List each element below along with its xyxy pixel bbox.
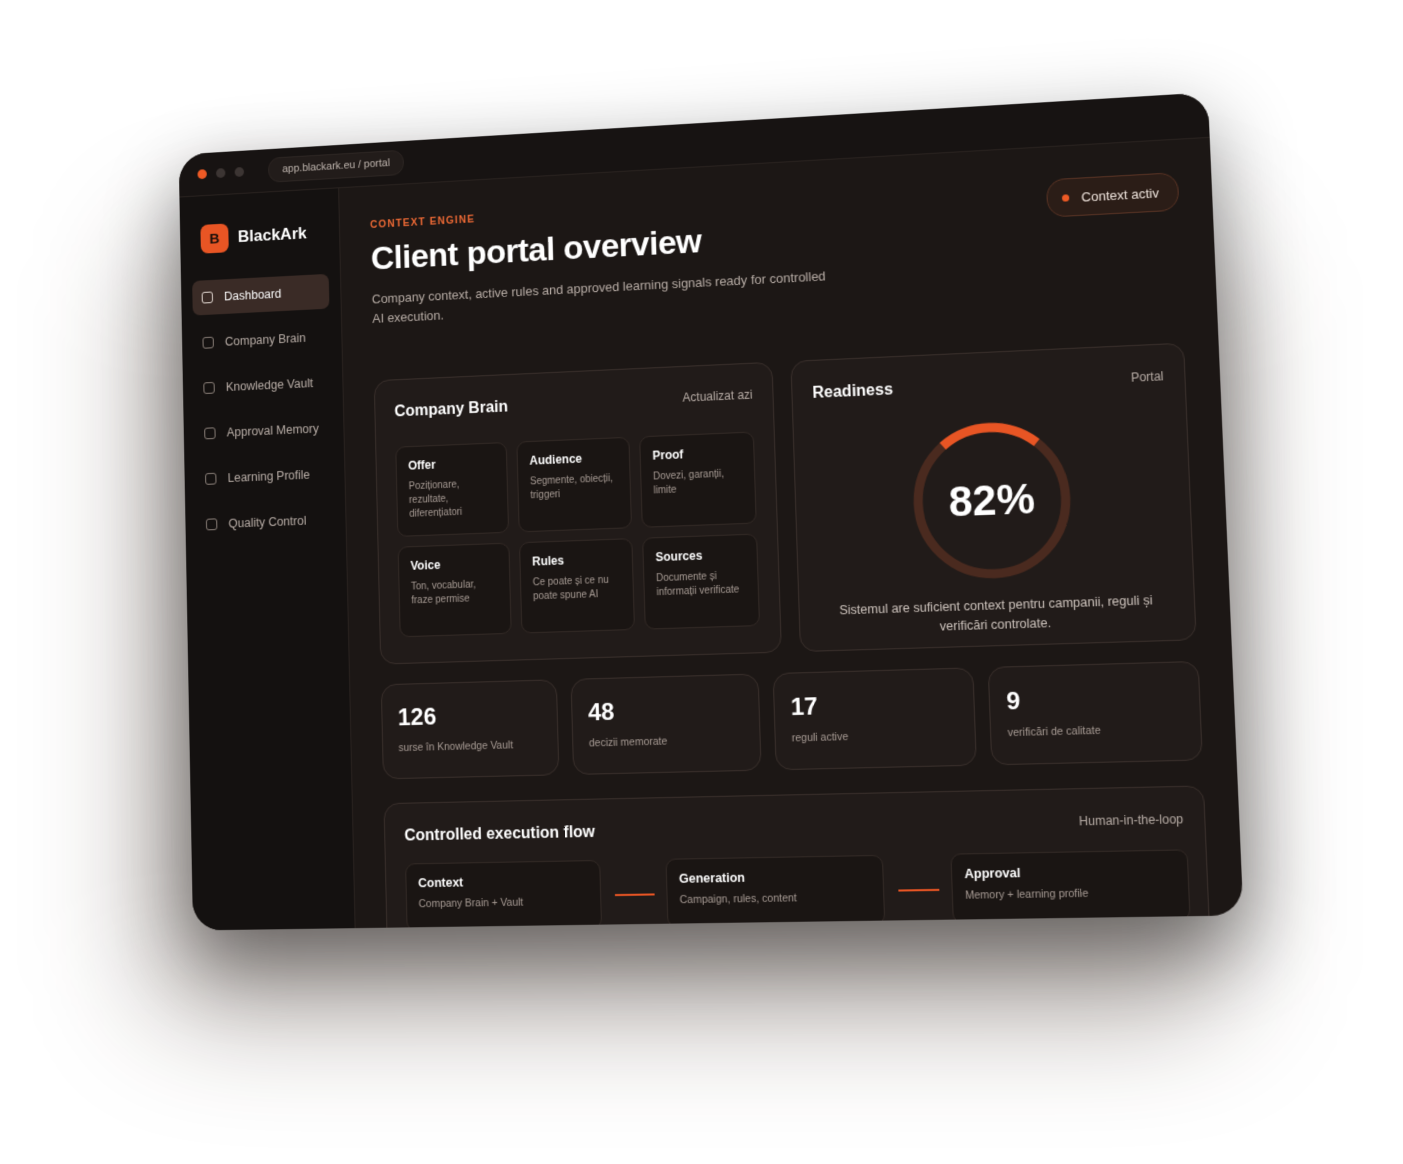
stat-value: 17 bbox=[790, 693, 819, 722]
sidebar: B BlackArk Dashboard Company Brain Knowl… bbox=[179, 188, 356, 931]
sidebar-item-label: Approval Memory bbox=[226, 421, 319, 440]
tile-offer[interactable]: Offer Poziționare, rezultate, diferenția… bbox=[395, 442, 510, 537]
main-content: CONTEXT ENGINE Client portal overview Co… bbox=[339, 138, 1243, 931]
window-controls bbox=[197, 166, 245, 180]
sidebar-item-dashboard[interactable]: Dashboard bbox=[192, 273, 330, 316]
app-window: app.blackark.eu / portal B BlackArk Dash… bbox=[178, 92, 1244, 931]
address-bar[interactable]: app.blackark.eu / portal bbox=[267, 149, 405, 183]
flow-title: Controlled execution flow bbox=[404, 823, 596, 845]
sidebar-item-label: Dashboard bbox=[223, 286, 282, 304]
stat-card-decisions[interactable]: 48 decizii memorate bbox=[570, 673, 762, 775]
company-brain-updated: Actualizat azi bbox=[682, 387, 753, 405]
square-icon bbox=[202, 336, 214, 349]
flow-step-title: Generation bbox=[678, 870, 746, 886]
tile-desc: Poziționare, rezultate, diferențiatori bbox=[408, 479, 463, 520]
readiness-title: Readiness bbox=[812, 381, 894, 402]
square-icon bbox=[201, 291, 214, 304]
square-icon bbox=[205, 518, 218, 531]
tile-desc: Segmente, obiecții, triggeri bbox=[529, 473, 614, 502]
close-dot[interactable] bbox=[197, 169, 207, 180]
flow-connector bbox=[898, 888, 940, 892]
tile-title: Voice bbox=[410, 557, 441, 573]
readiness-meta: Portal bbox=[1130, 369, 1164, 385]
flow-step-approval[interactable]: Approval Memory + learning profile bbox=[950, 849, 1191, 924]
tile-desc: Ce poate și ce nu poate spune AI bbox=[532, 574, 609, 603]
brand-name: BlackArk bbox=[237, 223, 307, 246]
status-dot-icon bbox=[1061, 193, 1070, 202]
sidebar-item-company-brain[interactable]: Company Brain bbox=[193, 319, 330, 360]
company-brain-title: Company Brain bbox=[394, 398, 509, 421]
sidebar-item-knowledge-vault[interactable]: Knowledge Vault bbox=[194, 365, 332, 406]
context-status-label: Context activ bbox=[1081, 184, 1160, 205]
sidebar-item-quality-control[interactable]: Quality Control bbox=[196, 502, 334, 542]
stat-card-quality[interactable]: 9 verificări de calitate bbox=[987, 660, 1203, 766]
company-brain-tiles: Offer Poziționare, rezultate, diferenția… bbox=[395, 431, 761, 638]
stat-label: reguli active bbox=[791, 730, 849, 745]
square-icon bbox=[203, 381, 215, 395]
page-subtitle: Company context, active rules and approv… bbox=[371, 268, 826, 326]
stat-label: verificări de calitate bbox=[1007, 724, 1102, 740]
readiness-card: Readiness Portal 82% Sistemul are sufici… bbox=[790, 342, 1197, 653]
stat-value: 126 bbox=[397, 703, 437, 732]
tile-title: Audience bbox=[529, 451, 583, 468]
stat-value: 9 bbox=[1005, 687, 1021, 716]
tile-voice[interactable]: Voice Ton, vocabular, fraze permise bbox=[397, 542, 512, 638]
flow-step-generation[interactable]: Generation Campaign, rules, content bbox=[665, 854, 886, 928]
brand-logo-icon: B bbox=[200, 223, 229, 254]
tile-proof[interactable]: Proof Dovezi, garanții, limite bbox=[639, 431, 757, 528]
sidebar-item-approval-memory[interactable]: Approval Memory bbox=[195, 410, 333, 451]
flow-meta: Human-in-the-loop bbox=[1078, 811, 1184, 829]
sidebar-item-learning-profile[interactable]: Learning Profile bbox=[196, 456, 334, 497]
stat-card-sources[interactable]: 126 surse în Knowledge Vault bbox=[380, 679, 560, 780]
flow-step-context[interactable]: Context Company Brain + Vault bbox=[405, 859, 603, 931]
readiness-gauge: 82% bbox=[907, 416, 1077, 585]
context-status-pill[interactable]: Context activ bbox=[1045, 172, 1180, 218]
stat-label: surse în Knowledge Vault bbox=[398, 739, 514, 755]
tile-title: Proof bbox=[652, 447, 684, 463]
square-icon bbox=[204, 427, 216, 440]
tile-title: Rules bbox=[531, 553, 565, 569]
readiness-caption: Sistemul are suficient context pentru ca… bbox=[839, 593, 1153, 634]
flow-connector bbox=[614, 893, 655, 897]
sidebar-item-label: Company Brain bbox=[224, 331, 306, 349]
square-icon bbox=[205, 472, 217, 485]
flow-step-desc: Memory + learning profile bbox=[965, 887, 1089, 902]
stat-value: 48 bbox=[587, 698, 615, 727]
brand[interactable]: B BlackArk bbox=[200, 217, 339, 254]
tile-audience[interactable]: Audience Segmente, obiecții, triggeri bbox=[516, 436, 633, 533]
tile-desc: Ton, vocabular, fraze permise bbox=[410, 579, 476, 607]
execution-flow-card: Controlled execution flow Human-in-the-l… bbox=[383, 785, 1211, 931]
tile-title: Sources bbox=[655, 548, 703, 565]
flow-step-desc: Campaign, rules, content bbox=[679, 892, 797, 907]
maximize-dot[interactable] bbox=[234, 166, 245, 178]
sidebar-item-label: Learning Profile bbox=[227, 467, 311, 485]
stat-card-rules[interactable]: 17 reguli active bbox=[772, 667, 977, 771]
company-brain-card: Company Brain Actualizat azi Offer Poziț… bbox=[373, 361, 782, 665]
sidebar-item-label: Quality Control bbox=[228, 513, 307, 531]
sidebar-item-label: Knowledge Vault bbox=[225, 376, 314, 394]
tile-desc: Documente și informații verificate bbox=[656, 571, 740, 599]
readiness-value: 82% bbox=[947, 474, 1036, 526]
tile-rules[interactable]: Rules Ce poate și ce nu poate spune AI bbox=[519, 538, 635, 634]
flow-step-title: Context bbox=[417, 875, 464, 891]
minimize-dot[interactable] bbox=[215, 168, 226, 179]
tile-desc: Dovezi, garanții, limite bbox=[652, 468, 725, 497]
stat-label: decizii memorate bbox=[588, 735, 668, 750]
sidebar-nav: Dashboard Company Brain Knowledge Vault … bbox=[181, 273, 346, 543]
tile-sources[interactable]: Sources Documente și informații verifica… bbox=[642, 533, 761, 630]
flow-step-title: Approval bbox=[964, 865, 1021, 882]
flow-step-desc: Company Brain + Vault bbox=[418, 896, 524, 911]
tile-title: Offer bbox=[407, 457, 436, 473]
